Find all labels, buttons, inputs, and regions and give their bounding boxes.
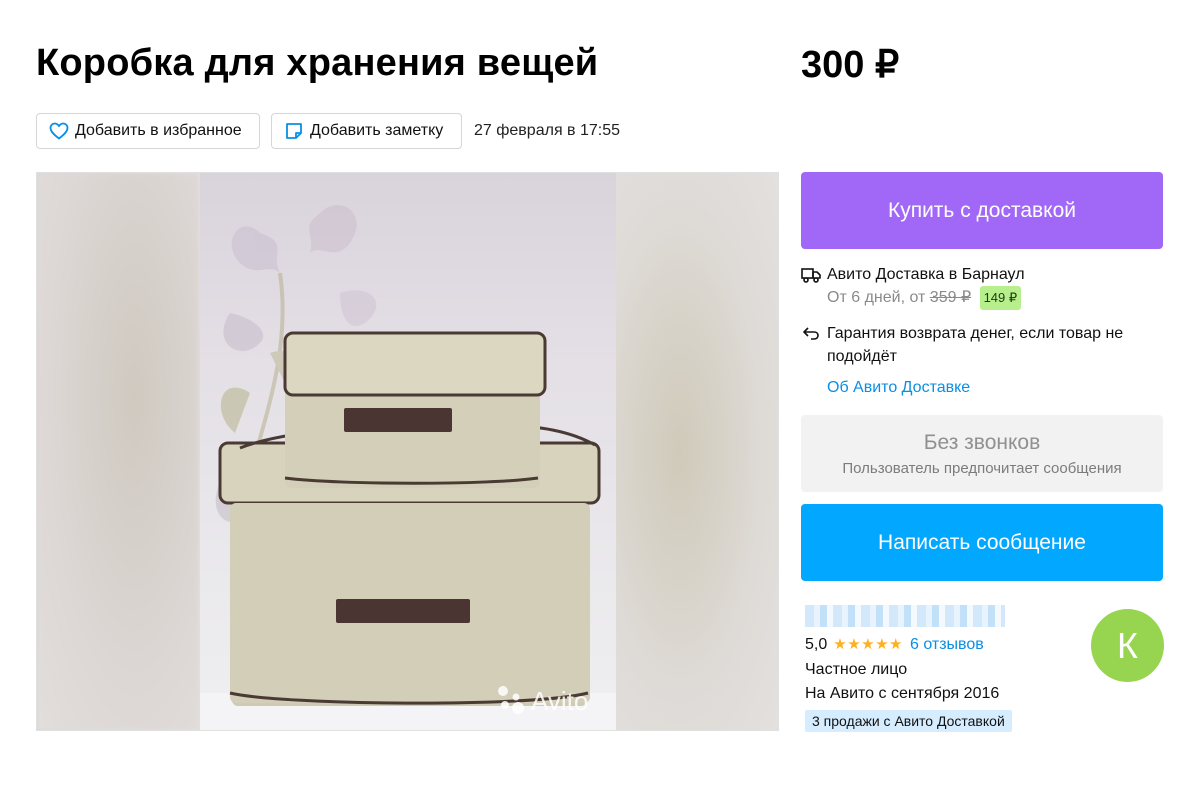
listing-photo[interactable]: Avito <box>200 173 616 730</box>
no-calls-title: Без звонков <box>923 431 1041 454</box>
add-note-label: Добавить заметку <box>310 122 444 139</box>
delivery-old-price: 359 ₽ <box>929 289 972 306</box>
listing-title: Коробка для хранения вещей <box>36 42 599 84</box>
note-icon <box>284 121 304 141</box>
rating-stars-icon: ★★★★★ <box>833 636 903 653</box>
seller-info: 5,0 ★★★★★ 6 отзывов Частное лицо На Авит… <box>805 605 1105 732</box>
delivery-terms-prefix: От 6 дней, от <box>827 289 926 306</box>
seller-name-link[interactable] <box>805 605 1005 627</box>
no-calls-notice: Без звонков Пользователь предпочитает со… <box>801 415 1163 492</box>
heart-icon <box>49 121 69 141</box>
delivery-sales-badge: 3 продажи с Авито Доставкой <box>805 710 1012 732</box>
delivery-terms: От 6 дней, от 359 ₽ 149 ₽ <box>827 286 1171 310</box>
money-back-guarantee: Гарантия возврата денег, если товар не п… <box>827 325 1124 365</box>
add-to-favorites-label: Добавить в избранное <box>75 122 242 139</box>
add-note-button[interactable]: Добавить заметку <box>271 113 462 149</box>
delivery-price-badge: 149 ₽ <box>979 286 1022 310</box>
write-message-button[interactable]: Написать сообщение <box>801 504 1163 581</box>
seller-type: Частное лицо <box>805 661 908 678</box>
return-arrow-icon <box>801 323 821 343</box>
publish-date: 27 февраля в 17:55 <box>474 122 621 139</box>
listing-price: 300 ₽ <box>801 44 900 86</box>
storage-boxes-image: Avito <box>200 204 616 730</box>
add-to-favorites-button[interactable]: Добавить в избранное <box>36 113 260 149</box>
gallery-blur-right <box>614 173 778 730</box>
avito-watermark: Avito <box>531 686 588 716</box>
gallery-blur-left <box>37 173 199 730</box>
no-calls-subtitle: Пользователь предпочитает сообщения <box>842 460 1122 477</box>
truck-icon <box>801 265 821 285</box>
delivery-info: Авито Доставка в Барнаул От 6 дней, от 3… <box>801 264 1171 399</box>
avatar[interactable]: К <box>1091 609 1164 682</box>
seller-since: На Авито с сентября 2016 <box>805 685 1000 702</box>
photo-gallery[interactable]: Avito <box>36 172 779 731</box>
about-delivery-link[interactable]: Об Авито Доставке <box>827 377 1171 399</box>
reviews-link[interactable]: 6 отзывов <box>910 634 984 656</box>
buy-with-delivery-button[interactable]: Купить с доставкой <box>801 172 1163 249</box>
delivery-title: Авито Доставка в Барнаул <box>827 266 1025 283</box>
seller-rating: 5,0 <box>805 636 828 653</box>
